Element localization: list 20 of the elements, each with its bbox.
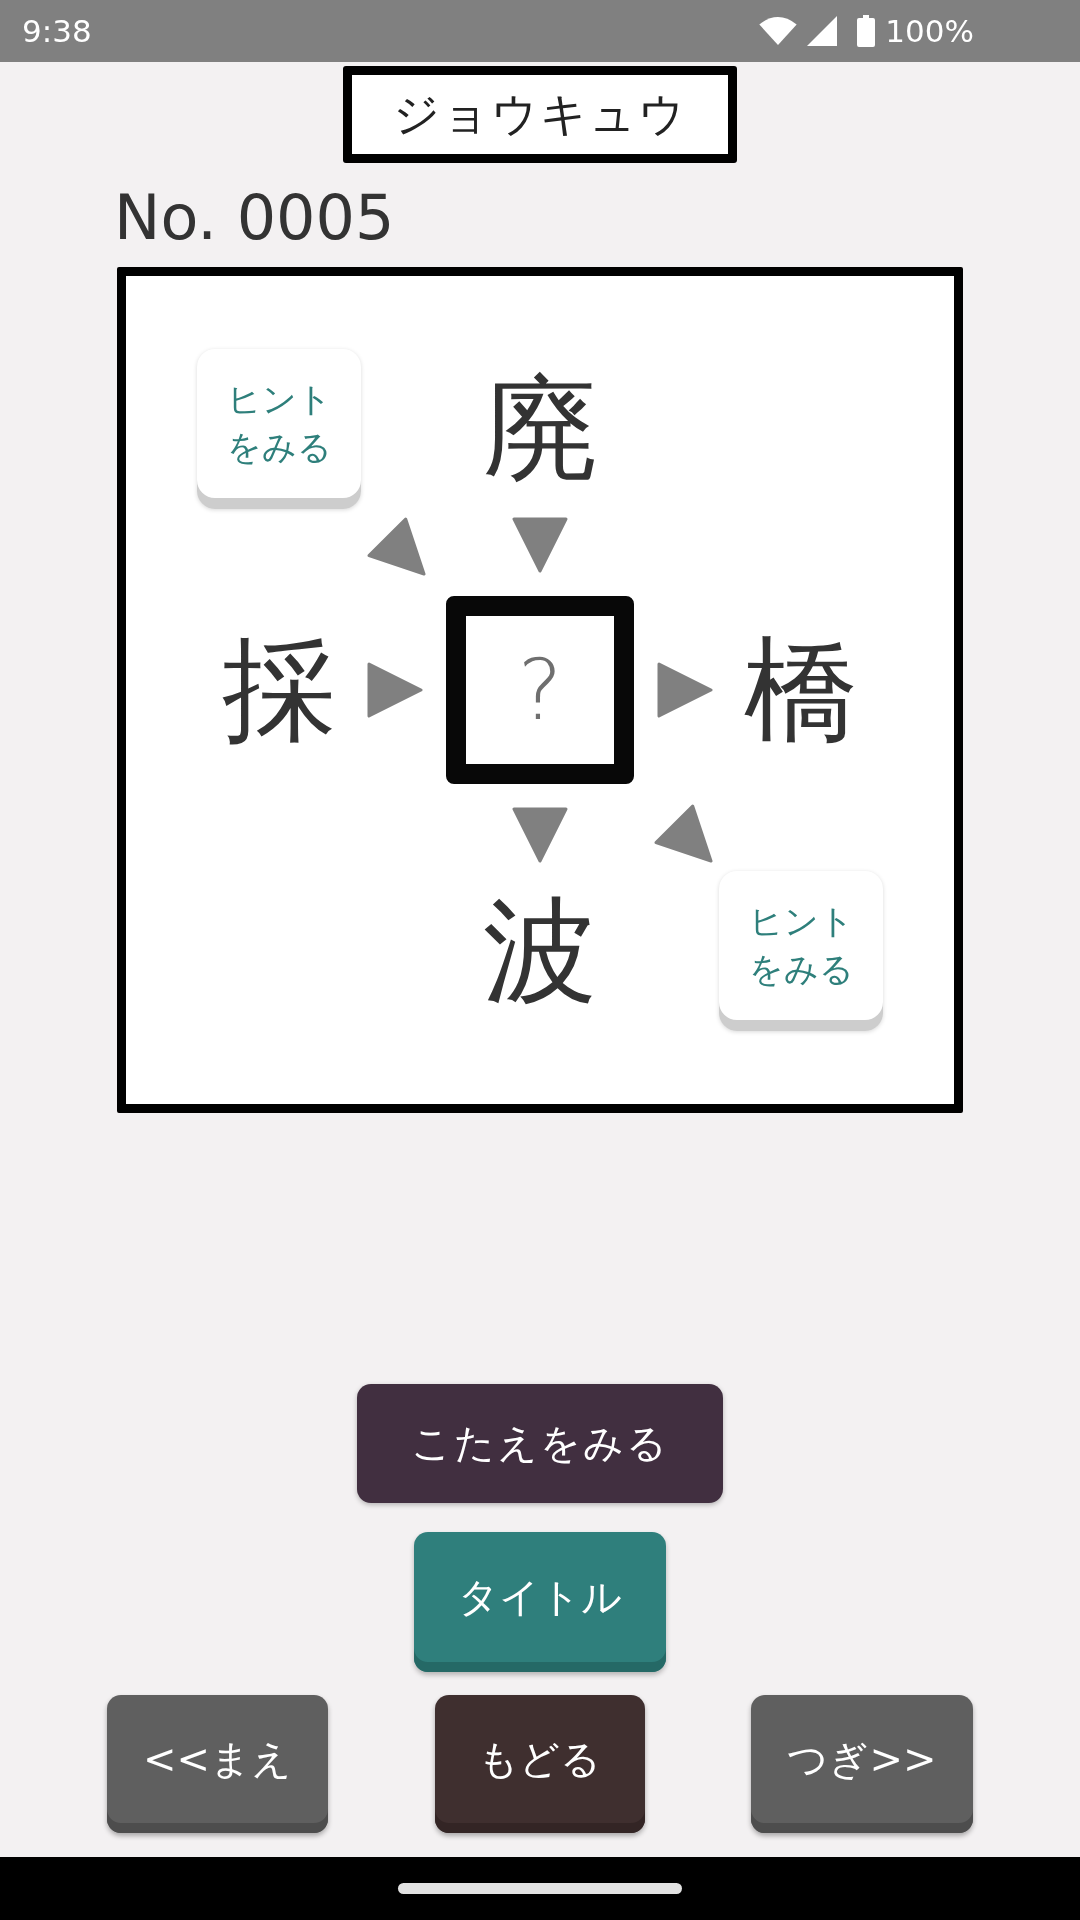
kanji-clue: 波 — [483, 891, 597, 1011]
hint-button[interactable]: ヒントをみる — [197, 349, 361, 509]
battery-icon — [857, 15, 876, 47]
show-answer-button[interactable]: こたえをみる — [357, 1384, 723, 1503]
status-time: 9:38 — [22, 13, 92, 49]
previous-button[interactable]: <<まえ — [107, 1695, 328, 1833]
kanji-clue: 廃 — [483, 369, 597, 489]
battery-percentage: 100% — [885, 13, 974, 49]
kanji-clue: 採 — [222, 630, 336, 750]
puzzle-number: No. 0005 — [114, 183, 395, 253]
wifi-icon — [759, 17, 798, 45]
answer-box: ? — [446, 596, 634, 784]
signal-icon — [807, 16, 838, 46]
back-button[interactable]: もどる — [434, 1695, 645, 1833]
hint-button[interactable]: ヒントをみる — [719, 871, 883, 1031]
level-badge: ジョウキュウ — [343, 66, 737, 163]
next-button[interactable]: つぎ>> — [751, 1695, 973, 1833]
kanji-clue: 橋 — [744, 630, 858, 750]
home-handle[interactable] — [398, 1883, 682, 1894]
title-button[interactable]: タイトル — [414, 1532, 666, 1672]
